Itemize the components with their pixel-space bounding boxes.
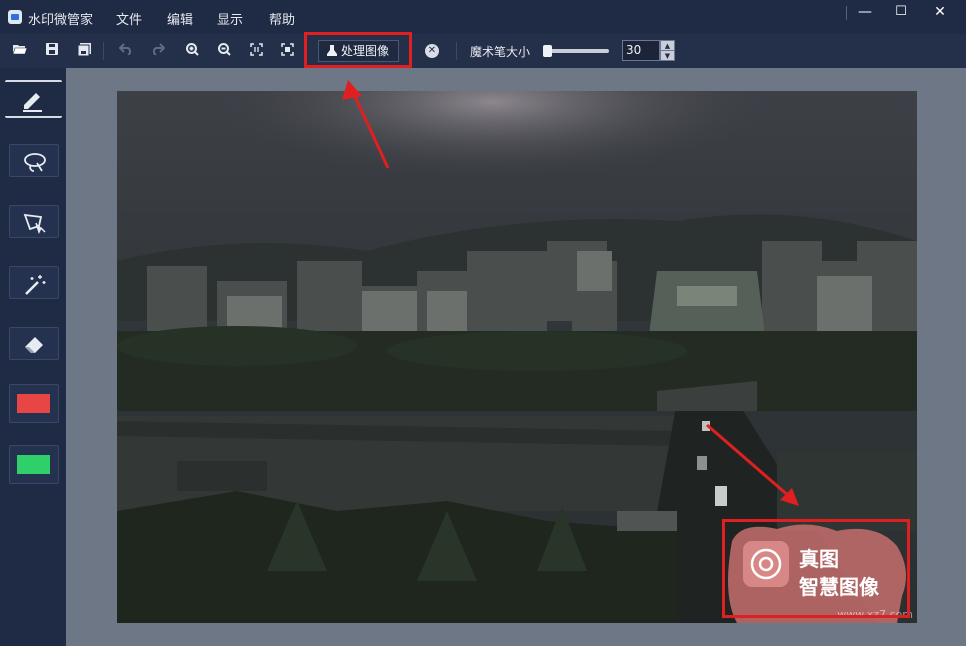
clear-selection-icon[interactable]: ✕ <box>425 44 439 58</box>
zoom-in-icon[interactable] <box>184 43 200 59</box>
polygon-select-tool-button[interactable] <box>9 205 59 238</box>
magic-wand-tool-button[interactable] <box>9 266 59 299</box>
save-icon[interactable] <box>44 43 60 59</box>
menu-view[interactable]: 显示 <box>217 9 243 28</box>
brush-size-spinner: ▲ ▼ <box>660 40 675 61</box>
eraser-tool-button[interactable] <box>9 327 59 360</box>
undo-icon[interactable] <box>118 43 134 59</box>
brush-size-input[interactable]: 30 <box>622 40 660 61</box>
primary-color-button[interactable] <box>9 384 59 423</box>
menu-file[interactable]: 文件 <box>116 9 142 28</box>
toolbar-divider <box>103 42 104 60</box>
menu-edit[interactable]: 编辑 <box>167 9 193 28</box>
magic-wand-icon <box>25 275 46 295</box>
minimize-button[interactable]: — <box>847 0 883 24</box>
redo-icon[interactable] <box>150 43 166 59</box>
title-bar: 水印微管家 文件 编辑 显示 帮助 — ☐ ✕ <box>0 0 966 34</box>
brush-size-slider-thumb[interactable] <box>543 45 552 57</box>
actual-size-icon[interactable] <box>248 43 264 59</box>
polygon-select-icon <box>23 213 46 234</box>
tool-sidebar <box>0 68 66 646</box>
toolbar-divider <box>456 42 457 60</box>
process-button-highlight-box <box>304 32 412 68</box>
watermark-app-window: 水印微管家 文件 编辑 显示 帮助 — ☐ ✕ 处理图像 ✕ 魔术笔大小 30 … <box>0 0 966 646</box>
eraser-icon <box>25 337 43 353</box>
brush-size-slider[interactable] <box>545 49 609 53</box>
app-logo-icon <box>8 10 22 24</box>
brush-size-label: 魔术笔大小 <box>470 45 531 59</box>
secondary-color-button[interactable] <box>9 445 59 484</box>
app-title: 水印微管家 <box>28 13 94 28</box>
maximize-button[interactable]: ☐ <box>883 0 919 24</box>
menu-help[interactable]: 帮助 <box>269 9 295 28</box>
save-as-icon[interactable] <box>76 43 92 59</box>
pencil-icon <box>23 93 42 112</box>
zoom-out-icon[interactable] <box>216 43 232 59</box>
fit-window-icon[interactable] <box>279 43 295 59</box>
open-folder-icon[interactable] <box>12 43 28 59</box>
spinner-down-icon[interactable]: ▼ <box>661 51 674 61</box>
close-button[interactable]: ✕ <box>922 0 958 24</box>
lasso-icon <box>24 153 46 172</box>
menu-bar: 文件 编辑 显示 帮助 <box>116 9 320 28</box>
secondary-color-swatch <box>17 455 50 474</box>
lasso-tool-button[interactable] <box>9 144 59 177</box>
watermark-highlight-box <box>722 519 910 618</box>
spinner-up-icon[interactable]: ▲ <box>661 41 674 51</box>
pencil-tool-button[interactable] <box>5 80 62 118</box>
primary-color-swatch <box>17 394 50 413</box>
